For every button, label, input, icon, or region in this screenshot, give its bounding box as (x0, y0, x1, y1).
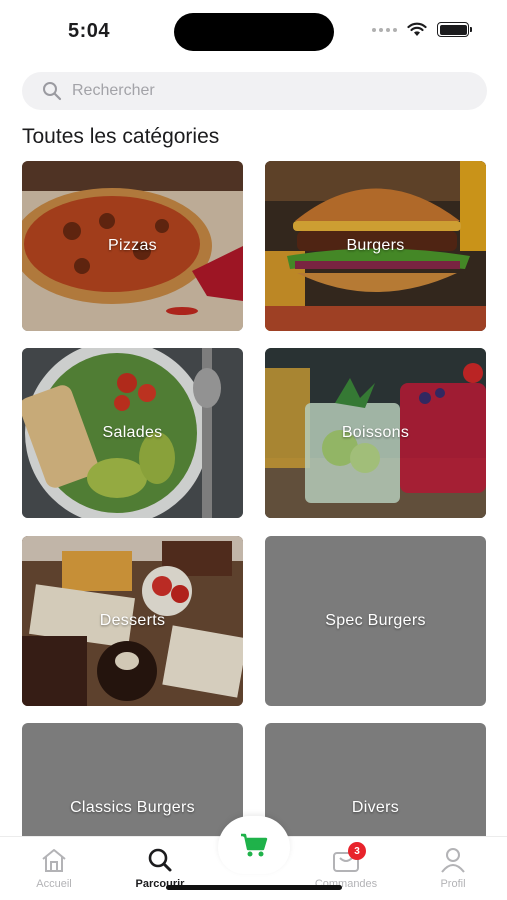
tab-label: Accueil (36, 878, 72, 890)
search-bar[interactable] (22, 72, 487, 110)
home-icon (42, 849, 66, 872)
category-label: Pizzas (108, 237, 157, 254)
category-card-burgers[interactable]: Burgers (265, 161, 486, 331)
tab-profil[interactable]: Profil (408, 847, 498, 890)
search-icon (148, 848, 172, 872)
cellular-signal-icon (372, 27, 397, 32)
orders-count-badge: 3 (348, 842, 366, 860)
category-label: Spec Burgers (325, 612, 426, 629)
category-card-salades[interactable]: Salades (22, 348, 243, 518)
user-icon (441, 848, 465, 873)
category-label: Burgers (346, 237, 405, 254)
category-label: Classics Burgers (70, 799, 195, 816)
category-label: Salades (102, 424, 163, 441)
section-title: Toutes les catégories (22, 125, 220, 148)
category-card-classics-burgers[interactable]: Classics Burgers (22, 723, 243, 836)
category-label: Desserts (99, 612, 166, 629)
wifi-icon (407, 22, 427, 36)
category-card-pizzas[interactable]: Pizzas (22, 161, 243, 331)
category-card-divers[interactable]: Divers (265, 723, 486, 836)
search-icon (43, 82, 62, 101)
search-input[interactable] (72, 82, 452, 100)
tab-commandes[interactable]: Commandes (301, 847, 391, 890)
battery-icon (437, 22, 472, 37)
tab-accueil[interactable]: Accueil (9, 847, 99, 890)
categories-grid: Pizzas Burgers Salades Boissons Desserts… (22, 161, 487, 836)
cart-button[interactable] (218, 816, 290, 874)
category-label: Divers (351, 799, 400, 816)
home-indicator (166, 885, 342, 890)
category-card-desserts[interactable]: Desserts (22, 536, 243, 706)
category-label: Boissons (341, 424, 410, 441)
cart-icon (241, 833, 268, 857)
tab-label: Profil (440, 878, 466, 890)
dynamic-island (174, 13, 334, 51)
status-bar: 5:04 (0, 0, 507, 62)
tab-parcourir[interactable]: Parcourir (115, 847, 205, 890)
category-card-spec-burgers[interactable]: Spec Burgers (265, 536, 486, 706)
status-time: 5:04 (68, 20, 111, 42)
category-card-boissons[interactable]: Boissons (265, 348, 486, 518)
status-indicators (372, 22, 472, 37)
